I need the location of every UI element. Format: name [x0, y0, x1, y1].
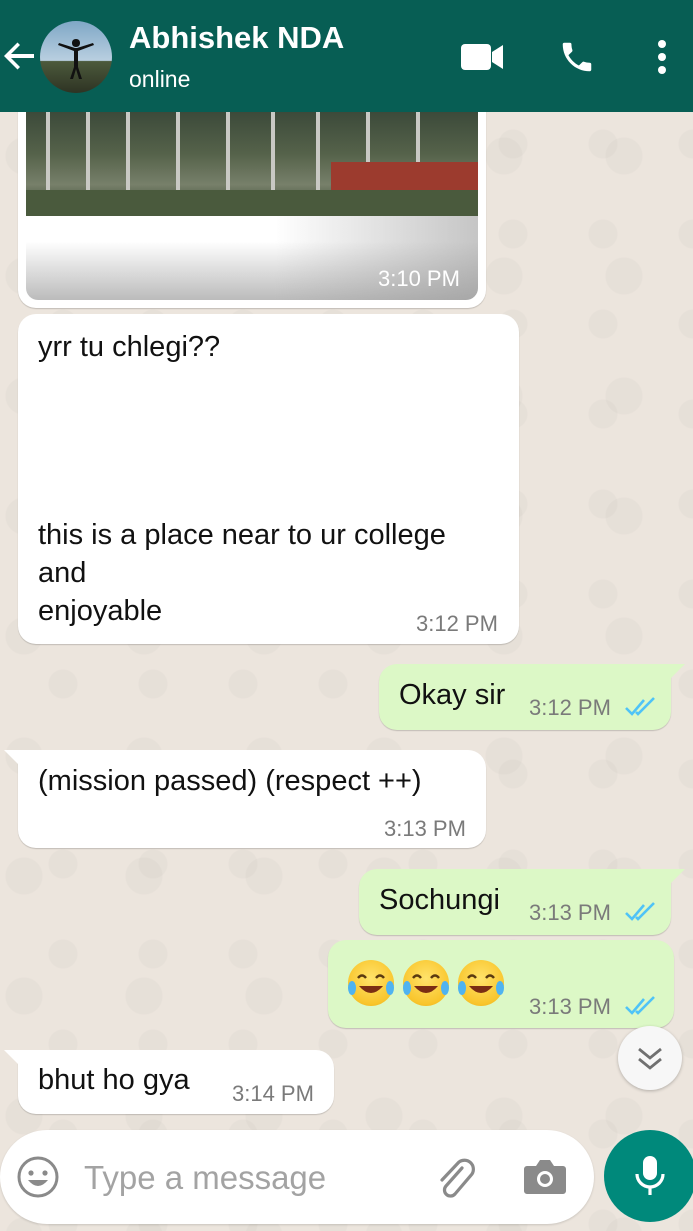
arrow-left-icon[interactable] — [2, 38, 38, 74]
message-text: bhut ho gya — [38, 1064, 190, 1096]
paperclip-icon[interactable] — [432, 1154, 480, 1202]
message-text-line: enjoyable — [38, 595, 163, 627]
message-text-line: this is a place near to ur college — [38, 519, 446, 551]
message-time: 3:14 PM — [232, 1081, 314, 1106]
message-outgoing-emoji[interactable]: 3:13 PM — [328, 940, 674, 1028]
double-check-icon — [625, 996, 655, 1015]
avatar[interactable] — [40, 21, 112, 93]
emoji-icon[interactable] — [16, 1155, 60, 1199]
contact-name[interactable]: Abhishek NDA — [129, 20, 344, 56]
bubble-tail — [4, 750, 20, 766]
videocam-icon[interactable] — [461, 42, 503, 72]
message-input[interactable] — [82, 1156, 416, 1200]
message-outgoing[interactable]: Sochungi 3:13 PM — [359, 869, 685, 935]
message-text: Okay sir — [399, 679, 506, 711]
more-vert-icon[interactable] — [650, 38, 674, 76]
message-incoming[interactable]: bhut ho gya 3:14 PM — [4, 1050, 334, 1114]
message-composer — [0, 1130, 594, 1224]
voice-record-button[interactable] — [604, 1130, 693, 1222]
message-text-line: and — [38, 557, 87, 589]
message-text: Sochungi — [379, 884, 500, 916]
bubble-tail — [669, 869, 685, 885]
message-time: 3:13 PM — [529, 994, 611, 1019]
chevron-double-down-icon — [638, 1047, 662, 1070]
double-check-icon — [625, 697, 655, 716]
message-time: 3:13 PM — [384, 816, 466, 841]
phone-icon[interactable] — [558, 38, 596, 76]
scroll-to-bottom-button[interactable] — [618, 1026, 682, 1090]
message-outgoing[interactable]: Okay sir 3:12 PM — [379, 664, 685, 730]
message-time: 3:10 PM — [378, 266, 460, 291]
emoji-laugh-icon — [348, 958, 518, 1008]
double-check-icon — [625, 902, 655, 921]
message-time: 3:12 PM — [416, 611, 498, 636]
contact-status: online — [129, 66, 191, 92]
message-image[interactable]: 3:10 PM — [18, 96, 486, 308]
message-text-line: yrr tu chlegi?? — [38, 331, 221, 363]
message-time: 3:12 PM — [529, 695, 611, 720]
bubble-tail — [4, 1050, 20, 1066]
message-incoming[interactable]: (mission passed) (respect ++) 3:13 PM — [4, 750, 486, 848]
bubble-tail — [669, 664, 685, 680]
shared-photo[interactable] — [26, 112, 478, 216]
message-incoming[interactable]: yrr tu chlegi?? this is a place near to … — [18, 314, 519, 644]
message-text: (mission passed) (respect ++) — [38, 765, 422, 797]
chat-header: Abhishek NDA online — [0, 0, 693, 112]
mic-icon — [635, 1156, 665, 1195]
message-time: 3:13 PM — [529, 900, 611, 925]
camera-icon[interactable] — [523, 1158, 567, 1196]
